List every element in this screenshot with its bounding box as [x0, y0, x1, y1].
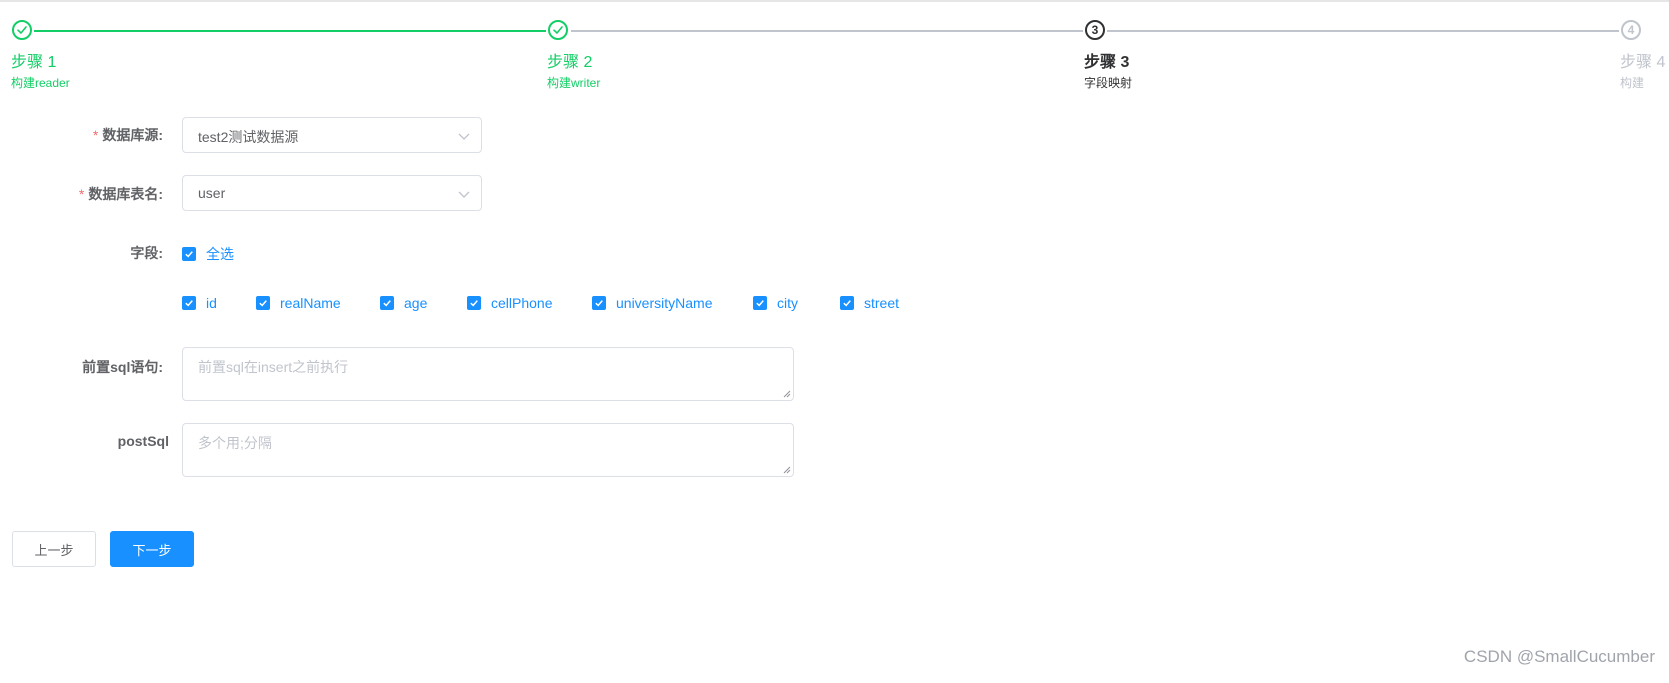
checkbox-icon	[592, 296, 606, 310]
datasource-select[interactable]: test2测试数据源	[182, 117, 482, 153]
next-step-button[interactable]: 下一步	[110, 531, 194, 567]
resize-grip-icon[interactable]	[783, 390, 791, 398]
step-number: 3	[1085, 20, 1105, 40]
checkbox-icon	[753, 296, 767, 310]
field-label: id	[206, 295, 217, 311]
presql-label: 前置sql语句:	[82, 359, 163, 375]
field-label: universityName	[616, 295, 713, 311]
check-icon	[548, 20, 568, 40]
field-label: realName	[280, 295, 341, 311]
table-label: * 数据库表名:	[79, 184, 163, 204]
checkbox-icon	[182, 247, 196, 261]
required-asterisk: *	[78, 186, 85, 202]
field-checkbox-realname[interactable]: realName	[256, 295, 341, 311]
step-title: 步骤 2	[547, 54, 593, 71]
required-asterisk: *	[92, 127, 99, 143]
step-desc: 构建	[1620, 76, 1645, 90]
field-checkbox-id[interactable]: id	[182, 295, 217, 311]
steps-bar: 步骤 1 构建reader 步骤 2 构建writer 3 步骤 3 字段映射 …	[0, 0, 1669, 110]
check-icon	[12, 20, 32, 40]
postsql-placeholder: 多个用;分隔	[198, 435, 272, 451]
step-desc: 构建writer	[547, 76, 601, 90]
field-checkbox-city[interactable]: city	[753, 295, 798, 311]
datasource-label-text: 数据库源:	[102, 127, 163, 143]
select-all-checkbox[interactable]: 全选	[182, 244, 234, 264]
checkbox-icon	[256, 296, 270, 310]
field-checkbox-age[interactable]: age	[380, 295, 427, 311]
step-connector-3	[1107, 30, 1619, 32]
field-label: city	[777, 295, 798, 311]
resize-grip-icon[interactable]	[783, 466, 791, 474]
step-connector-1	[34, 30, 546, 32]
table-label-text: 数据库表名:	[88, 186, 163, 202]
field-label: age	[404, 295, 428, 311]
step-number: 4	[1621, 20, 1641, 40]
watermark: CSDN @SmallCucumber	[1463, 647, 1655, 666]
chevron-down-icon	[458, 191, 470, 198]
presql-placeholder: 前置sql在insert之前执行	[198, 359, 349, 375]
prev-step-button[interactable]: 上一步	[12, 531, 96, 567]
field-label: cellPhone	[491, 295, 553, 311]
step-title: 步骤 4	[1620, 54, 1666, 71]
field-checkbox-cellphone[interactable]: cellPhone	[467, 295, 553, 311]
table-select[interactable]: user	[182, 175, 482, 211]
field-checkbox-street[interactable]: street	[840, 295, 899, 311]
table-value: user	[198, 185, 226, 201]
chevron-down-icon	[458, 133, 470, 140]
checkbox-icon	[467, 296, 481, 310]
step-connector-2	[571, 30, 1083, 32]
datasource-label: * 数据库源:	[93, 125, 163, 145]
field-label: street	[864, 295, 900, 311]
checkbox-icon	[840, 296, 854, 310]
postsql-textarea[interactable]: 多个用;分隔	[182, 423, 794, 477]
step-desc: 字段映射	[1084, 76, 1133, 90]
postsql-label: postSql	[117, 433, 169, 449]
checkbox-icon	[182, 296, 196, 310]
select-all-label: 全选	[206, 246, 234, 262]
datasource-value: test2测试数据源	[198, 129, 299, 145]
presql-textarea[interactable]: 前置sql在insert之前执行	[182, 347, 794, 401]
checkbox-icon	[380, 296, 394, 310]
step-title: 步骤 3	[1084, 54, 1130, 71]
step-desc: 构建reader	[11, 76, 70, 90]
field-checkbox-universityname[interactable]: universityName	[592, 295, 712, 311]
fields-label: 字段:	[130, 245, 163, 261]
step-title: 步骤 1	[11, 54, 57, 71]
